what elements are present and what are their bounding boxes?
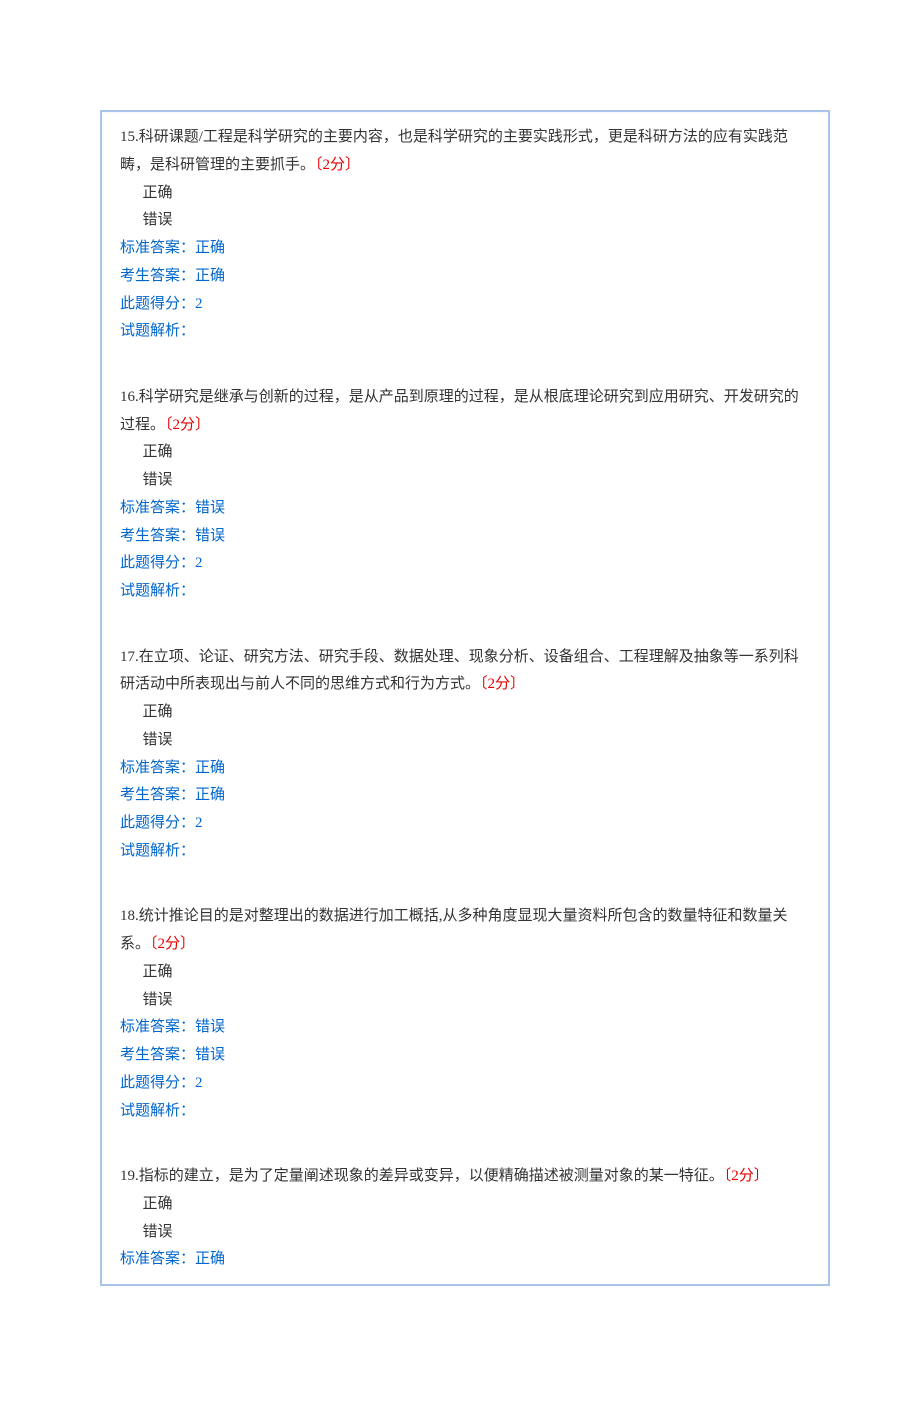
question-16: 16.科学研究是继承与创新的过程，是从产品到原理的过程，是从根底理论研究到应用研…: [120, 384, 810, 634]
score-value: 2: [195, 815, 203, 831]
blank-line: [120, 606, 810, 634]
candidate-answer-label: 考生答案：: [120, 787, 195, 803]
question-score: 此题得分：2: [120, 291, 810, 319]
candidate-answer-label: 考生答案：: [120, 1047, 195, 1063]
option-correct: 正确: [120, 439, 810, 467]
question-18: 18.统计推论目的是对整理出的数据进行加工概括,从多种角度显现大量资料所包含的数…: [120, 903, 810, 1153]
standard-answer: 标准答案：错误: [120, 1014, 810, 1042]
standard-answer-label: 标准答案：: [120, 240, 195, 256]
blank-line: [120, 1125, 810, 1153]
standard-answer: 标准答案：错误: [120, 495, 810, 523]
candidate-answer-value: 错误: [195, 1047, 225, 1063]
analysis-label: 试题解析：: [120, 323, 195, 339]
option-correct: 正确: [120, 959, 810, 987]
question-stem: 16.科学研究是继承与创新的过程，是从产品到原理的过程，是从根底理论研究到应用研…: [120, 384, 810, 440]
candidate-answer-value: 错误: [195, 528, 225, 544]
question-analysis: 试题解析：: [120, 1098, 810, 1126]
option-correct: 正确: [120, 699, 810, 727]
question-17: 17.在立项、论证、研究方法、研究手段、数据处理、现象分析、设备组合、工程理解及…: [120, 644, 810, 894]
score-value: 2: [195, 296, 203, 312]
question-points: 〔2分〕: [150, 936, 195, 952]
question-analysis: 试题解析：: [120, 578, 810, 606]
standard-answer-label: 标准答案：: [120, 1019, 195, 1035]
question-stem: 19.指标的建立，是为了定量阐述现象的差异或变异，以便精确描述被测量对象的某一特…: [120, 1163, 810, 1191]
option-correct: 正确: [120, 180, 810, 208]
candidate-answer-value: 正确: [195, 787, 225, 803]
question-score: 此题得分：2: [120, 550, 810, 578]
score-label: 此题得分：: [120, 555, 195, 571]
blank-line: [120, 866, 810, 894]
score-label: 此题得分：: [120, 1075, 195, 1091]
question-points: 〔2分〕: [480, 676, 525, 692]
question-analysis: 试题解析：: [120, 838, 810, 866]
analysis-label: 试题解析：: [120, 1103, 195, 1119]
candidate-answer: 考生答案：正确: [120, 782, 810, 810]
standard-answer: 标准答案：正确: [120, 235, 810, 263]
analysis-label: 试题解析：: [120, 583, 195, 599]
standard-answer-value: 错误: [195, 1019, 225, 1035]
question-19: 19.指标的建立，是为了定量阐述现象的差异或变异，以便精确描述被测量对象的某一特…: [120, 1163, 810, 1274]
standard-answer-value: 正确: [195, 760, 225, 776]
candidate-answer-label: 考生答案：: [120, 268, 195, 284]
question-points: 〔2分〕: [165, 417, 210, 433]
question-text: 19.指标的建立，是为了定量阐述现象的差异或变异，以便精确描述被测量对象的某一特…: [120, 1168, 724, 1184]
standard-answer-value: 正确: [195, 240, 225, 256]
question-text: 18.统计推论目的是对整理出的数据进行加工概括,从多种角度显现大量资料所包含的数…: [120, 908, 788, 952]
score-label: 此题得分：: [120, 296, 195, 312]
question-stem: 18.统计推论目的是对整理出的数据进行加工概括,从多种角度显现大量资料所包含的数…: [120, 903, 810, 959]
question-points: 〔2分〕: [315, 157, 360, 173]
question-stem: 15.科研课题/工程是科学研究的主要内容，也是科学研究的主要实践形式，更是科研方…: [120, 124, 810, 180]
score-label: 此题得分：: [120, 815, 195, 831]
question-text: 17.在立项、论证、研究方法、研究手段、数据处理、现象分析、设备组合、工程理解及…: [120, 649, 799, 693]
page: 15.科研课题/工程是科学研究的主要内容，也是科学研究的主要实践形式，更是科研方…: [0, 110, 920, 1412]
candidate-answer: 考生答案：正确: [120, 263, 810, 291]
option-correct: 正确: [120, 1191, 810, 1219]
standard-answer-value: 正确: [195, 1251, 225, 1267]
standard-answer-label: 标准答案：: [120, 1251, 195, 1267]
option-wrong: 错误: [120, 1219, 810, 1247]
question-stem: 17.在立项、论证、研究方法、研究手段、数据处理、现象分析、设备组合、工程理解及…: [120, 644, 810, 700]
exam-content-box: 15.科研课题/工程是科学研究的主要内容，也是科学研究的主要实践形式，更是科研方…: [100, 110, 830, 1286]
score-value: 2: [195, 1075, 203, 1091]
analysis-label: 试题解析：: [120, 843, 195, 859]
standard-answer: 标准答案：正确: [120, 1246, 810, 1274]
question-text: 15.科研课题/工程是科学研究的主要内容，也是科学研究的主要实践形式，更是科研方…: [120, 129, 788, 173]
candidate-answer-label: 考生答案：: [120, 528, 195, 544]
question-analysis: 试题解析：: [120, 318, 810, 346]
question-15: 15.科研课题/工程是科学研究的主要内容，也是科学研究的主要实践形式，更是科研方…: [120, 124, 810, 374]
option-wrong: 错误: [120, 467, 810, 495]
standard-answer-label: 标准答案：: [120, 760, 195, 776]
standard-answer-label: 标准答案：: [120, 500, 195, 516]
candidate-answer-value: 正确: [195, 268, 225, 284]
standard-answer: 标准答案：正确: [120, 755, 810, 783]
standard-answer-value: 错误: [195, 500, 225, 516]
option-wrong: 错误: [120, 207, 810, 235]
blank-line: [120, 346, 810, 374]
question-points: 〔2分〕: [724, 1168, 769, 1184]
question-score: 此题得分：2: [120, 1070, 810, 1098]
option-wrong: 错误: [120, 987, 810, 1015]
question-text: 16.科学研究是继承与创新的过程，是从产品到原理的过程，是从根底理论研究到应用研…: [120, 389, 799, 433]
question-score: 此题得分：2: [120, 810, 810, 838]
candidate-answer: 考生答案：错误: [120, 523, 810, 551]
candidate-answer: 考生答案：错误: [120, 1042, 810, 1070]
option-wrong: 错误: [120, 727, 810, 755]
score-value: 2: [195, 555, 203, 571]
